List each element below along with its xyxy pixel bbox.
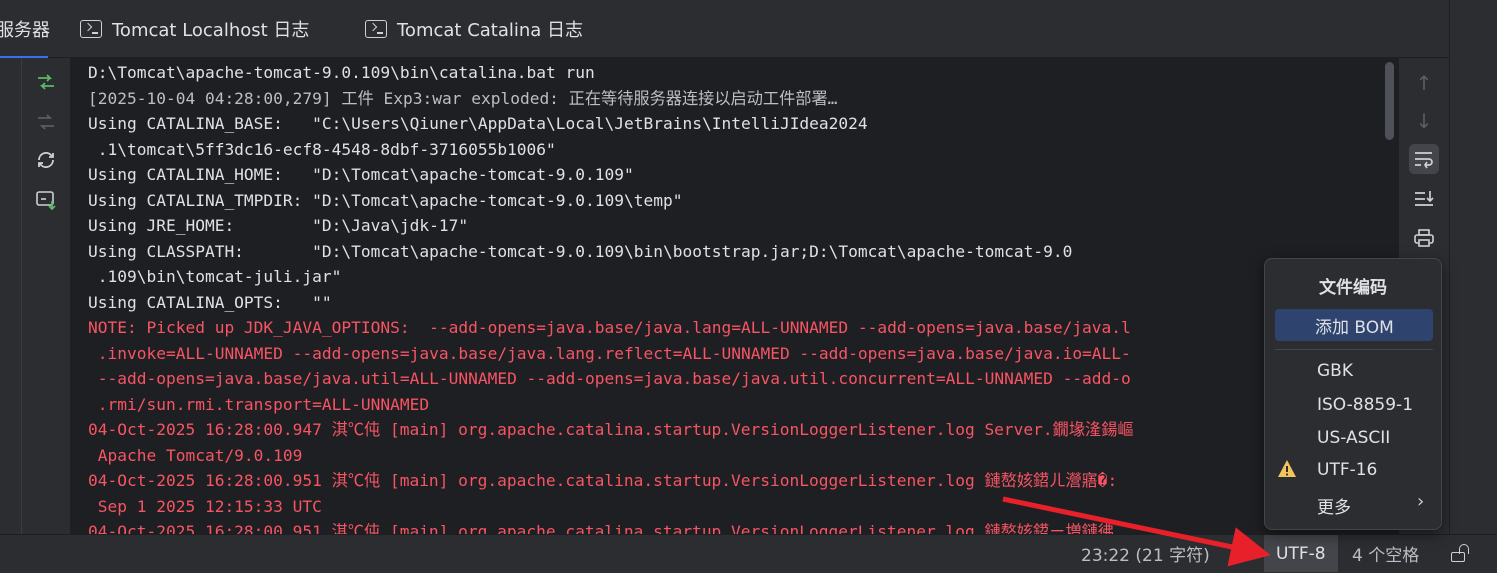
console-line: Using CATALINA_HOME: "D:\Tomcat\apache-t…: [88, 165, 634, 184]
console-icon: [365, 20, 387, 38]
console-line: Apache Tomcat/9.0.109: [88, 445, 303, 465]
scroll-to-end-icon[interactable]: [1409, 184, 1439, 214]
tab-label: Tomcat Localhost 日志: [112, 20, 310, 41]
indent-setting[interactable]: 4 个空格: [1352, 535, 1419, 572]
tab-label: 服务器: [0, 20, 50, 41]
console-line: Using CATALINA_TMPDIR: "D:\Tomcat\apache…: [88, 190, 683, 210]
console-line: 04-Oct-2025 16:28:00.947 淇℃伅 [main] org.…: [88, 420, 1134, 439]
left-toolbar: [0, 58, 70, 534]
console-line: .rmi/sun.rmi.transport=ALL-UNNAMED: [88, 394, 430, 414]
console-lines: D:\Tomcat\apache-tomcat-9.0.109\bin\cata…: [88, 60, 1134, 534]
tab-server[interactable]: 服务器: [0, 0, 50, 59]
console-scrollbar[interactable]: [1385, 62, 1394, 140]
popup-divider: [1275, 349, 1433, 350]
update-icon[interactable]: [32, 146, 60, 174]
console-icon: [80, 20, 102, 38]
file-encoding-popup: 文件编码 添加 BOM GBK ISO-8859-1 US-ASCII UTF-…: [1264, 258, 1442, 530]
tab-tomcat-localhost-log[interactable]: Tomcat Localhost 日志: [80, 0, 309, 58]
tab-label: Tomcat Catalina 日志: [397, 20, 584, 41]
console-output[interactable]: D:\Tomcat\apache-tomcat-9.0.109\bin\cata…: [70, 58, 1398, 534]
add-bom-item[interactable]: 添加 BOM: [1275, 309, 1433, 341]
encoding-option-gbk[interactable]: GBK: [1317, 361, 1353, 381]
deploy-disabled-icon[interactable]: [32, 108, 60, 136]
lock-icon[interactable]: [1451, 544, 1471, 562]
console-line: NOTE: Picked up JDK_JAVA_OPTIONS: --add-…: [88, 318, 1131, 337]
redeploy-icon[interactable]: [32, 68, 60, 96]
gutter-divider: [21, 58, 22, 534]
console-line: .invoke=ALL-UNNAMED --add-opens=java.bas…: [88, 343, 1131, 363]
console-line: 04-Oct-2025 16:28:00.951 淇℃伅 [main] org.…: [88, 522, 1114, 534]
console-line: Using CLASSPATH: "D:\Tomcat\apache-tomca…: [88, 241, 1073, 261]
console-line: .1\tomcat\5ff3dc16-ecf8-4548-8dbf-371605…: [88, 139, 556, 159]
caret-position[interactable]: 23:22 (21 字符): [1081, 535, 1210, 572]
dump-icon[interactable]: [32, 186, 60, 214]
more-encodings-item[interactable]: 更多: [1317, 493, 1351, 518]
console-line: Using CATALINA_OPTS: "": [88, 292, 332, 312]
console-line: D:\Tomcat\apache-tomcat-9.0.109\bin\cata…: [88, 63, 595, 82]
console-line: Using JRE_HOME: "D:\Java\jdk-17": [88, 216, 469, 235]
popup-title: 文件编码: [1319, 278, 1387, 298]
console-line: [2025-10-04 04:28:00,279] 工件 Exp3:war ex…: [88, 88, 838, 108]
up-arrow-icon[interactable]: ↑: [1409, 68, 1439, 98]
line-ending[interactable]: LF: [1230, 535, 1246, 572]
chevron-right-icon: ›: [1417, 491, 1425, 512]
tool-window-tabbar: 服务器 Tomcat Localhost 日志 Tomcat Catalina …: [0, 0, 1449, 59]
right-sidebar-strip: [1449, 0, 1497, 534]
status-bar: 23:22 (21 字符) LF UTF-8 4 个空格: [0, 534, 1497, 573]
console-line: 04-Oct-2025 16:28:00.951 淇℃伅 [main] org.…: [88, 471, 1118, 490]
console-line: Sep 1 2025 12:15:33 UTC: [88, 496, 322, 516]
warning-icon: [1278, 460, 1296, 477]
encoding-option-us-ascii[interactable]: US-ASCII: [1317, 428, 1390, 448]
console-line: .109\bin\tomcat-juli.jar": [88, 267, 342, 286]
down-arrow-icon[interactable]: ↓: [1409, 106, 1439, 136]
console-line: --add-opens=java.base/java.util=ALL-UNNA…: [88, 369, 1131, 388]
tab-tomcat-catalina-log[interactable]: Tomcat Catalina 日志: [365, 0, 583, 58]
encoding-option-utf-16[interactable]: UTF-16: [1317, 460, 1377, 480]
print-icon[interactable]: [1409, 223, 1439, 253]
encoding-option-iso-8859-1[interactable]: ISO-8859-1: [1317, 395, 1413, 415]
file-encoding-widget[interactable]: UTF-8: [1264, 535, 1338, 572]
console-line: Using CATALINA_BASE: "C:\Users\Qiuner\Ap…: [88, 114, 868, 133]
soft-wrap-icon[interactable]: [1409, 144, 1439, 174]
